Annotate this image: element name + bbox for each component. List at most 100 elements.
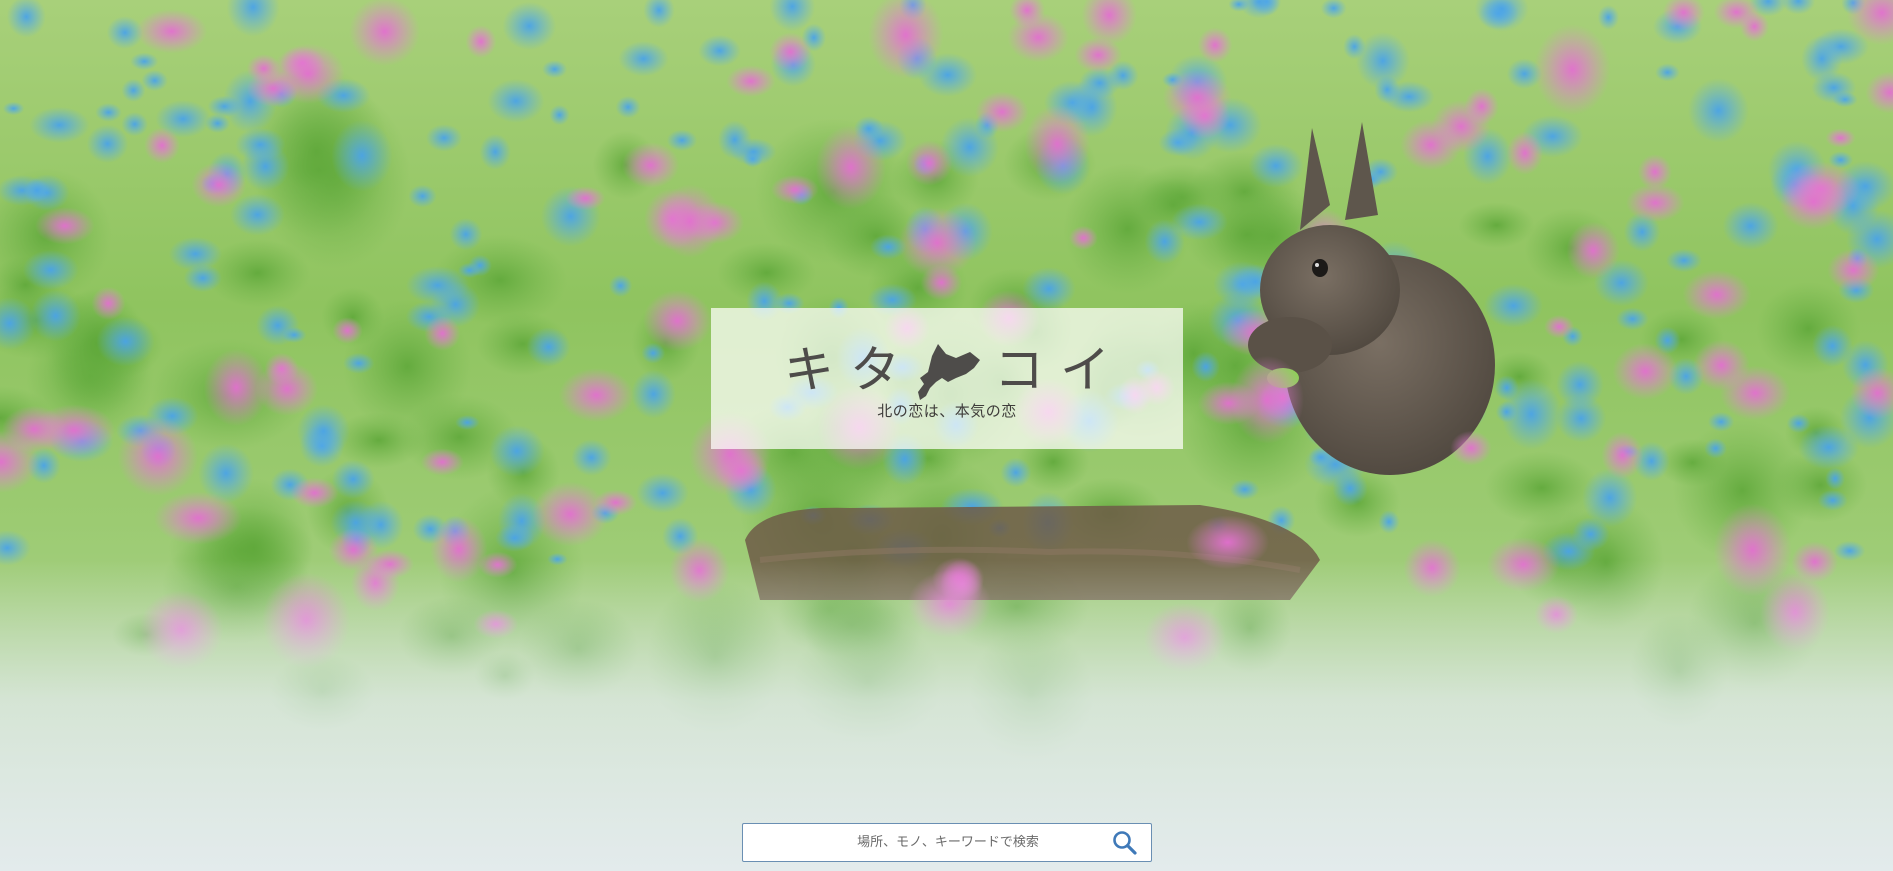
pink-flower [91,286,126,321]
blue-flower [86,124,129,163]
blue-flower [1170,203,1228,241]
pink-flower [191,162,247,208]
blue-flower [455,415,480,430]
foliage [1458,202,1535,249]
pink-flower [1682,269,1752,320]
blue-flower [1000,457,1032,488]
blue-flower [1229,479,1260,500]
blue-flower [608,274,633,298]
pink-flower [1230,355,1304,444]
pink-flower [1601,431,1644,479]
site-logo[interactable]: キ タ コ イ [711,338,1183,402]
pink-flower [726,65,776,98]
blue-flower [487,79,545,123]
blue-flower [730,137,777,166]
pink-flower [1827,248,1880,292]
pink-flower [271,43,345,104]
search-input[interactable] [743,824,1153,861]
blue-flower [121,112,149,137]
pink-flower [1024,104,1091,184]
pink-flower [465,25,497,59]
blue-flower [1707,412,1735,432]
blue-flower [615,95,641,119]
blue-flower [526,327,571,367]
pink-flower [420,448,464,476]
blue-flower [235,127,286,162]
blue-flower [205,113,231,133]
pink-flower [117,417,198,496]
blue-flower [1616,307,1649,331]
blue-flower [405,266,470,305]
blue-flower [29,106,90,144]
pink-flower [1778,173,1849,230]
blue-flower [666,129,698,151]
pink-flower [144,127,180,164]
blue-flower [281,327,307,343]
pink-flower [153,491,243,545]
pink-flower [770,174,819,205]
blue-flower [331,119,393,192]
pink-flower [657,184,723,258]
blue-flower [549,104,570,126]
blue-flower [425,124,463,152]
blue-flower [1655,63,1680,82]
search-icon[interactable] [1111,829,1139,857]
blue-flower [2,101,25,116]
blue-flower [1378,510,1400,534]
pink-flower [1450,430,1492,466]
pink-flower [1626,183,1685,222]
logo-panel: キ タ コ イ 北の恋は、本気の恋 [711,308,1183,449]
blue-flower [636,473,689,513]
hero-banner: キ タ コ イ 北の恋は、本気の恋 [0,0,1893,871]
blue-flower [495,524,535,552]
blue-flower [1687,78,1749,143]
blue-flower [631,369,676,419]
blue-flower [479,133,511,170]
pink-flower [815,125,887,210]
pink-flower [642,289,712,352]
pink-flower [255,361,319,416]
pink-flower [1197,27,1233,63]
blue-flower [1811,71,1857,104]
blue-flower [449,218,483,251]
blue-flower [96,316,155,367]
blue-flower [618,41,669,77]
blue-flower [489,425,545,477]
blue-flower [1383,81,1435,113]
blue-flower [408,184,437,208]
blue-flower [1666,248,1702,273]
blue-flower [1825,467,1846,490]
pink-flower [1068,225,1098,251]
blue-flower [1722,202,1779,250]
blue-flower [1343,33,1366,60]
blue-flower [698,34,741,67]
blue-flower [571,439,612,476]
blue-flower [1833,540,1866,561]
pink-flower [1566,221,1620,280]
pink-flower [290,477,339,509]
blue-flower [343,352,375,374]
blue-flower [130,52,159,71]
pink-flower [1400,119,1462,171]
blue-flower [1484,283,1543,328]
blue-flower [1817,489,1848,511]
blue-flower [1786,413,1811,433]
pink-flower [349,0,421,66]
pink-flower [905,140,953,186]
logo-char-ta: タ [850,341,900,399]
blue-flower [22,249,79,290]
tagline: 北の恋は、本気の恋 [877,402,1017,420]
pink-flower [920,264,963,301]
pink-flower [565,186,606,211]
blue-flower [23,178,51,203]
pink-flower [424,315,461,351]
pink-flower [1544,314,1575,339]
logo-char-ki: キ [784,341,834,399]
pink-flower [769,32,812,72]
pink-flower [1162,69,1232,126]
logo-char-ko: コ [994,341,1044,399]
blue-flower [1191,351,1221,383]
blue-flower [1248,143,1304,188]
blue-flower [1495,401,1518,423]
pink-flower [558,368,634,422]
